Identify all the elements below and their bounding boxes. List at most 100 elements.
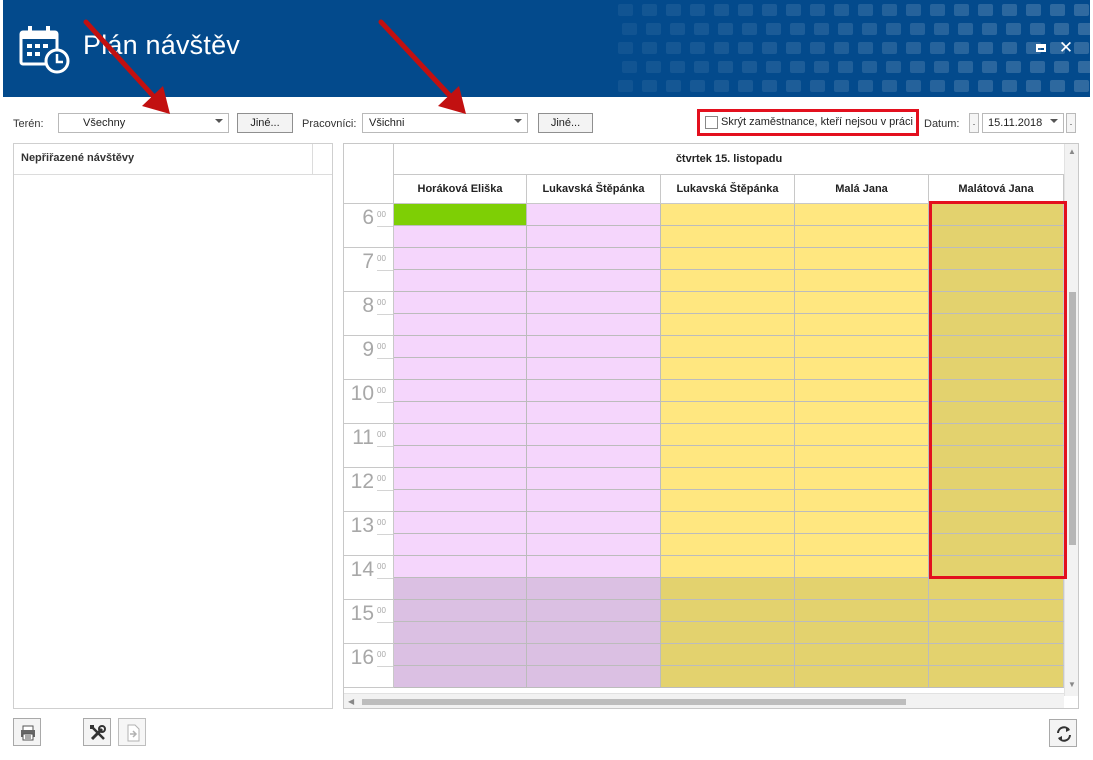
- time-slot[interactable]: [527, 644, 661, 666]
- vertical-scroll-thumb[interactable]: [1069, 292, 1076, 545]
- maximize-icon[interactable]: [1033, 40, 1049, 56]
- date-prev-button[interactable]: .: [969, 113, 979, 133]
- scroll-left-icon[interactable]: ◀: [348, 697, 354, 706]
- time-slot[interactable]: [661, 534, 795, 556]
- time-slot[interactable]: [394, 578, 527, 600]
- time-slot[interactable]: [527, 226, 661, 248]
- unassigned-visits-panel[interactable]: Nepřiřazené návštěvy: [13, 143, 333, 709]
- time-slot[interactable]: [394, 204, 527, 226]
- workers-other-button[interactable]: Jiné...: [538, 113, 593, 133]
- employee-column-header[interactable]: Malátová Jana: [929, 175, 1064, 204]
- time-slot[interactable]: [795, 666, 929, 688]
- time-slot[interactable]: [394, 556, 527, 578]
- time-slot[interactable]: [394, 490, 527, 512]
- time-slot[interactable]: [527, 380, 661, 402]
- teren-other-button[interactable]: Jiné...: [237, 113, 293, 133]
- time-slot[interactable]: [394, 402, 527, 424]
- export-button[interactable]: [118, 718, 146, 746]
- time-slot[interactable]: [527, 446, 661, 468]
- time-slot[interactable]: [527, 336, 661, 358]
- time-slot[interactable]: [394, 270, 527, 292]
- time-slot[interactable]: [795, 446, 929, 468]
- close-icon[interactable]: ✕: [1058, 39, 1074, 56]
- time-slot[interactable]: [394, 314, 527, 336]
- time-slot[interactable]: [661, 270, 795, 292]
- time-slot[interactable]: [394, 292, 527, 314]
- time-slot[interactable]: [795, 336, 929, 358]
- time-slot[interactable]: [795, 204, 929, 226]
- time-slot[interactable]: [795, 534, 929, 556]
- horizontal-scrollbar[interactable]: ◀: [344, 693, 1064, 708]
- time-slot[interactable]: [661, 336, 795, 358]
- time-slot[interactable]: [929, 666, 1064, 688]
- time-slot[interactable]: [527, 622, 661, 644]
- time-slot[interactable]: [661, 446, 795, 468]
- time-slot[interactable]: [661, 556, 795, 578]
- scroll-up-icon[interactable]: ▲: [1068, 147, 1076, 156]
- horizontal-scroll-thumb[interactable]: [362, 699, 906, 705]
- employee-column-header[interactable]: Malá Jana: [795, 175, 929, 204]
- time-slot[interactable]: [527, 424, 661, 446]
- time-slot[interactable]: [661, 622, 795, 644]
- time-slot[interactable]: [394, 600, 527, 622]
- time-slot[interactable]: [394, 446, 527, 468]
- print-button[interactable]: [13, 718, 41, 746]
- hide-employees-label[interactable]: Skrýt zaměstnance, kteří nejsou v práci: [721, 116, 913, 128]
- settings-button[interactable]: [83, 718, 111, 746]
- time-slot[interactable]: [795, 226, 929, 248]
- time-slot[interactable]: [795, 556, 929, 578]
- time-slot[interactable]: [795, 424, 929, 446]
- time-slot[interactable]: [795, 402, 929, 424]
- time-slot[interactable]: [661, 578, 795, 600]
- time-slot[interactable]: [527, 534, 661, 556]
- time-slot[interactable]: [929, 622, 1064, 644]
- time-slot[interactable]: [394, 622, 527, 644]
- time-slot[interactable]: [661, 512, 795, 534]
- time-slot[interactable]: [527, 578, 661, 600]
- time-slot[interactable]: [394, 512, 527, 534]
- time-slot[interactable]: [661, 314, 795, 336]
- time-slot[interactable]: [929, 644, 1064, 666]
- refresh-button[interactable]: [1049, 719, 1077, 747]
- time-slot[interactable]: [394, 666, 527, 688]
- time-slot[interactable]: [527, 292, 661, 314]
- employee-column-header[interactable]: Lukavská Štěpánka: [661, 175, 795, 204]
- time-slot[interactable]: [795, 314, 929, 336]
- time-slot[interactable]: [527, 314, 661, 336]
- time-slot[interactable]: [795, 578, 929, 600]
- time-slot[interactable]: [527, 600, 661, 622]
- time-slot[interactable]: [795, 248, 929, 270]
- time-slot[interactable]: [527, 666, 661, 688]
- time-slot[interactable]: [394, 468, 527, 490]
- time-slot[interactable]: [661, 666, 795, 688]
- time-slot[interactable]: [795, 512, 929, 534]
- time-slot[interactable]: [661, 204, 795, 226]
- time-slot[interactable]: [661, 358, 795, 380]
- time-slot[interactable]: [394, 380, 527, 402]
- time-slot[interactable]: [394, 336, 527, 358]
- time-slot[interactable]: [661, 402, 795, 424]
- time-slot[interactable]: [795, 468, 929, 490]
- time-slot[interactable]: [929, 578, 1064, 600]
- time-slot[interactable]: [929, 600, 1064, 622]
- time-slot[interactable]: [527, 512, 661, 534]
- time-slot[interactable]: [795, 490, 929, 512]
- scroll-down-icon[interactable]: ▼: [1068, 680, 1076, 689]
- date-picker[interactable]: 15.11.2018: [982, 113, 1064, 133]
- time-slot[interactable]: [394, 248, 527, 270]
- hide-employees-checkbox[interactable]: [705, 116, 718, 129]
- time-slot[interactable]: [394, 534, 527, 556]
- date-next-button[interactable]: .: [1066, 113, 1076, 133]
- time-slot[interactable]: [661, 424, 795, 446]
- time-slot[interactable]: [527, 402, 661, 424]
- teren-dropdown[interactable]: Všechny: [58, 113, 229, 133]
- time-slot[interactable]: [795, 644, 929, 666]
- employee-column-header[interactable]: Lukavská Štěpánka: [527, 175, 661, 204]
- time-slot[interactable]: [795, 358, 929, 380]
- time-slot[interactable]: [527, 490, 661, 512]
- time-slot[interactable]: [394, 226, 527, 248]
- time-slot[interactable]: [661, 600, 795, 622]
- time-slot[interactable]: [795, 270, 929, 292]
- time-slot[interactable]: [527, 204, 661, 226]
- time-slot[interactable]: [394, 644, 527, 666]
